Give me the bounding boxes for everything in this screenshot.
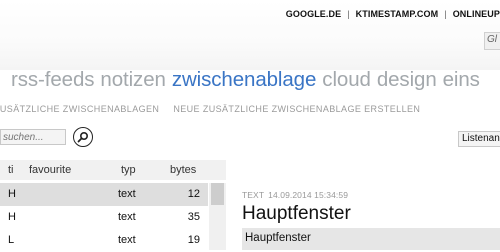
table-row[interactable]: L text 19 xyxy=(0,229,208,252)
column-header-favourite[interactable]: favourite xyxy=(29,164,71,176)
table-scrollbar[interactable] xyxy=(209,183,226,250)
nav-item-zwischenablage[interactable]: zwischenablage xyxy=(172,68,317,91)
table-row[interactable]: H text 12 xyxy=(0,183,208,206)
cell-title: L xyxy=(8,234,15,246)
table-header: ti favourite typ bytes xyxy=(0,160,226,180)
cell-bytes: 35 xyxy=(187,211,200,223)
cell-bytes: 19 xyxy=(187,234,200,246)
view-mode-select[interactable]: Listenan xyxy=(458,131,500,147)
cell-typ: text xyxy=(118,188,136,200)
cell-typ: text xyxy=(118,234,136,246)
nav-item-notizen[interactable]: notizen xyxy=(100,68,166,91)
entry-title: Hauptfenster xyxy=(242,203,351,224)
top-links: GOOGLE.DE | KTIMESTAMP.COM | ONLINEUP xyxy=(286,9,500,19)
entry-meta: TEXT 14.09.2014 15:34:59 xyxy=(242,190,348,200)
subnav-item-create-clipboard[interactable]: NEUE ZUSÄTZLICHE ZWISCHENABLAGE ERSTELLE… xyxy=(173,104,420,114)
cell-title: H xyxy=(8,188,16,200)
top-link-google[interactable]: GOOGLE.DE xyxy=(286,9,341,19)
entry-timestamp: 14.09.2014 15:34:59 xyxy=(268,190,349,200)
table-row[interactable]: H text 35 xyxy=(0,206,208,229)
entry-type: TEXT xyxy=(242,190,265,200)
top-link-separator: | xyxy=(347,9,350,19)
cell-title: H xyxy=(8,211,16,223)
cell-typ: text xyxy=(118,211,136,223)
column-header-bytes[interactable]: bytes xyxy=(170,164,196,176)
subnav-item-additional-clipboards[interactable]: ZUSÄTZLICHE ZWISCHENABLAGEN xyxy=(0,104,159,114)
global-search-input[interactable]: Gl xyxy=(484,32,500,50)
scrollbar-thumb[interactable] xyxy=(211,183,224,205)
nav-item-eins[interactable]: eins xyxy=(443,68,480,91)
search-button[interactable] xyxy=(73,127,93,147)
cell-bytes: 12 xyxy=(187,188,200,200)
nav-item-design[interactable]: design xyxy=(377,68,437,91)
entry-content: Hauptfenster xyxy=(245,232,311,244)
search-icon xyxy=(77,131,89,143)
main-nav: rss-feeds notizen zwischenablage cloud desig… xyxy=(11,68,480,92)
top-link-ktimestamp[interactable]: KTIMESTAMP.COM xyxy=(356,9,439,19)
search-input[interactable] xyxy=(0,129,66,145)
entry-content-box[interactable]: Hauptfenster xyxy=(242,228,500,250)
top-link-onlineup[interactable]: ONLINEUP xyxy=(453,9,500,19)
column-header-title[interactable]: ti xyxy=(8,164,14,176)
column-header-typ[interactable]: typ xyxy=(121,164,136,176)
sub-nav: ZUSÄTZLICHE ZWISCHENABLAGEN NEUE ZUSÄTZLI… xyxy=(0,104,420,114)
top-link-separator: | xyxy=(444,9,447,19)
nav-item-rss-feeds[interactable]: rss-feeds xyxy=(11,68,95,91)
nav-item-cloud[interactable]: cloud xyxy=(322,68,371,91)
